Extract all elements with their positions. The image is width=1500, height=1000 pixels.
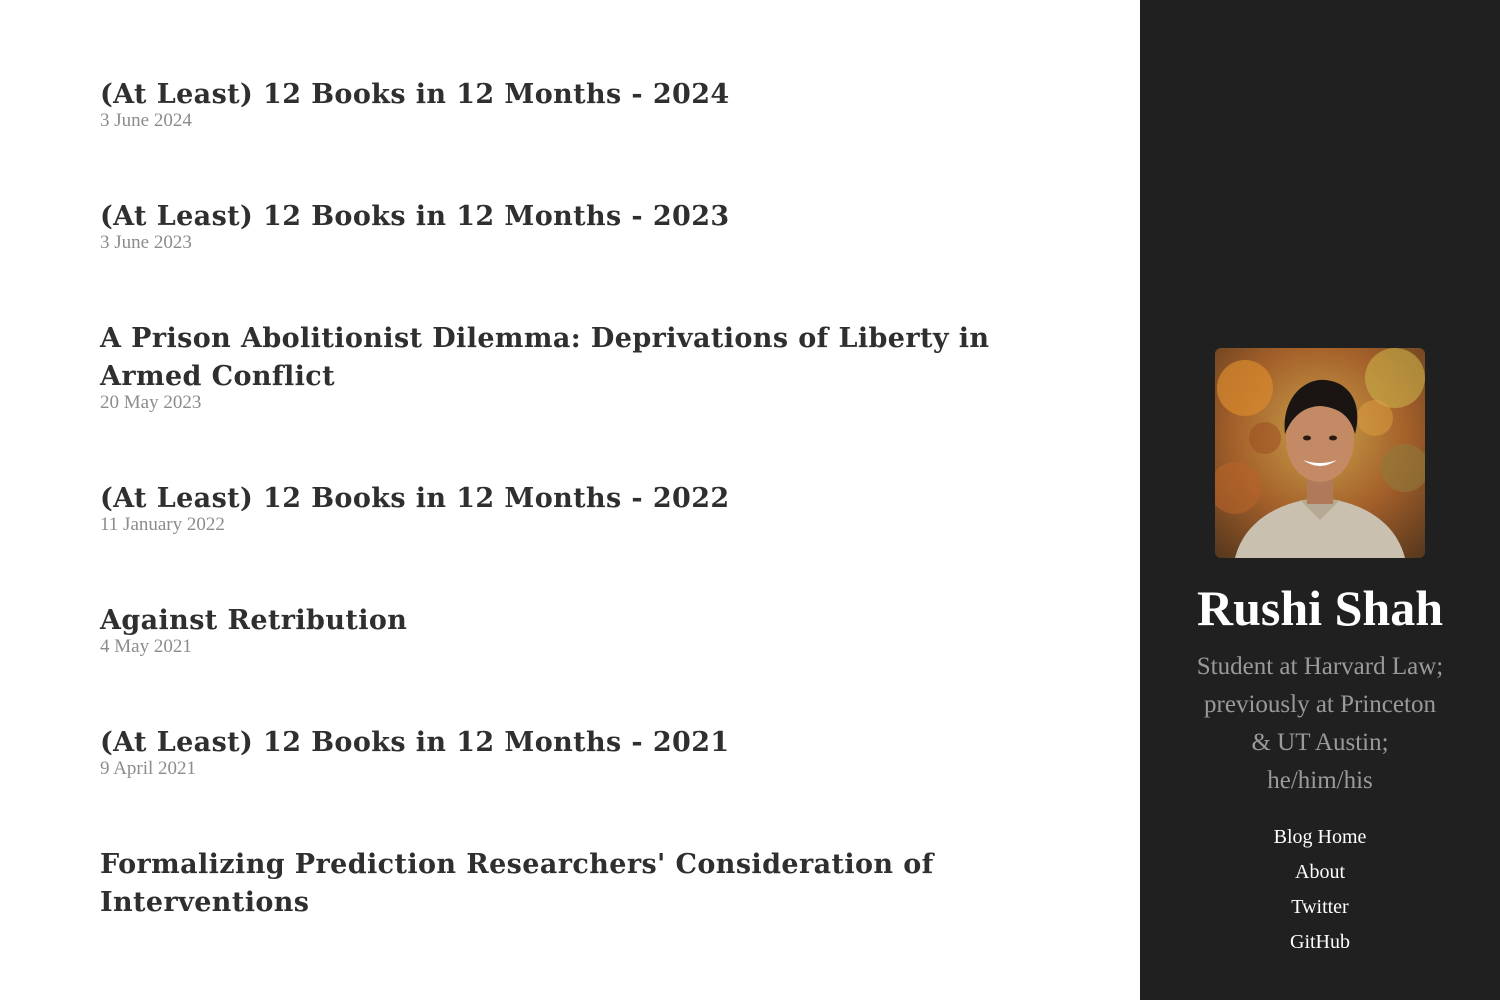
bio: Student at Harvard Law; previously at Pr…: [1170, 648, 1470, 800]
post-item: Against Retribution 4 May 2021: [100, 602, 1020, 656]
post-list: (At Least) 12 Books in 12 Months - 2024 …: [100, 76, 1020, 988]
nav-about-link[interactable]: About: [1140, 855, 1500, 890]
profile-photo-icon: [1215, 348, 1425, 558]
post-title-link[interactable]: (At Least) 12 Books in 12 Months - 2024: [100, 76, 1020, 114]
sidebar: Rushi Shah Student at Harvard Law; previ…: [1140, 0, 1500, 1000]
bio-line: Student at Harvard Law;: [1196, 653, 1444, 680]
post-item: (At Least) 12 Books in 12 Months - 2023 …: [100, 198, 1020, 252]
nav-github-link[interactable]: GitHub: [1140, 925, 1500, 960]
post-item: (At Least) 12 Books in 12 Months - 2021 …: [100, 724, 1020, 778]
post-item: (At Least) 12 Books in 12 Months - 2022 …: [100, 480, 1020, 534]
post-title-link[interactable]: (At Least) 12 Books in 12 Months - 2023: [100, 198, 1020, 236]
post-item: A Prison Abolitionist Dilemma: Deprivati…: [100, 320, 1020, 412]
site-name: Rushi Shah: [1197, 580, 1443, 636]
post-date: 20 May 2023: [100, 392, 202, 413]
post-date: 3 June 2024: [100, 110, 192, 131]
post-date: 11 January 2022: [100, 514, 225, 535]
post-item: (At Least) 12 Books in 12 Months - 2024 …: [100, 76, 1020, 130]
post-title-link[interactable]: (At Least) 12 Books in 12 Months - 2022: [100, 480, 1020, 518]
post-item: Formalizing Prediction Researchers' Cons…: [100, 846, 1020, 922]
bio-line: previously at Princeton: [1204, 691, 1436, 718]
nav-twitter-link[interactable]: Twitter: [1140, 890, 1500, 925]
post-title-link[interactable]: Formalizing Prediction Researchers' Cons…: [100, 846, 1020, 922]
bio-line: he/him/his: [1267, 767, 1373, 794]
nav-blog-home-link[interactable]: Blog Home: [1140, 820, 1500, 855]
sidebar-nav: Blog Home About Twitter GitHub: [1140, 820, 1500, 960]
post-date: 3 June 2023: [100, 232, 192, 253]
bio-line: & UT Austin;: [1251, 729, 1389, 756]
post-date: 9 April 2021: [100, 758, 197, 779]
post-title-link[interactable]: (At Least) 12 Books in 12 Months - 2021: [100, 724, 1020, 762]
post-title-link[interactable]: Against Retribution: [100, 602, 1020, 640]
post-title-link[interactable]: A Prison Abolitionist Dilemma: Deprivati…: [100, 320, 1020, 396]
main-content: (At Least) 12 Books in 12 Months - 2024 …: [0, 0, 1140, 1000]
avatar: [1215, 348, 1425, 558]
post-date: 4 May 2021: [100, 636, 192, 657]
